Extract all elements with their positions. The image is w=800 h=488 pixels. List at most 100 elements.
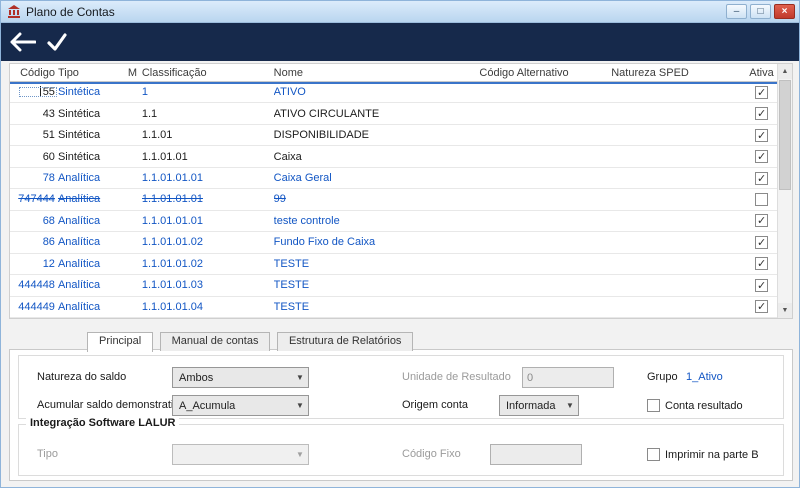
cell-tipo: Analítica (57, 279, 101, 292)
grupo-link[interactable]: 1_Ativo (686, 367, 723, 388)
vertical-scrollbar[interactable]: ▲ ▼ (777, 64, 792, 318)
table-row[interactable]: 444448 Analítica 1.1.01.01.03 TESTE (10, 275, 778, 297)
lalur-tipo-label: Tipo (37, 448, 58, 460)
cell-classificacao: 1.1.01.01.02 (141, 236, 203, 249)
cell-classificacao: 1.1.01.01.01 (141, 193, 203, 206)
ativa-checkbox[interactable] (755, 192, 769, 206)
cell-classificacao: 1.1.01.01.03 (141, 279, 203, 292)
cell-ativa (745, 85, 778, 99)
imprimir-parte-b-field: Imprimir na parte B (647, 444, 759, 465)
column-header-m[interactable]: M (128, 67, 142, 79)
cell-ativa (745, 107, 778, 121)
column-header-codigo[interactable]: Código (18, 67, 58, 79)
cell-codigo: 444449 (18, 300, 55, 313)
ativa-checkbox[interactable] (755, 85, 769, 99)
natureza-saldo-label: Natureza do saldo (37, 371, 127, 383)
column-header-natureza-sped[interactable]: Natureza SPED (611, 67, 745, 79)
acumular-saldo-label: Acumular saldo demonstrativo (37, 399, 185, 411)
title-bar: Plano de Contas – □ × (1, 1, 799, 23)
table-row[interactable]: 86 Analítica 1.1.01.01.02 Fundo Fixo de … (10, 232, 778, 254)
cell-tipo: Analítica (57, 236, 101, 249)
column-header-codigo-alternativo[interactable]: Código Alternativo (479, 67, 611, 79)
chevron-down-icon: ▼ (296, 450, 304, 459)
window-title: Plano de Contas (26, 4, 115, 19)
back-button[interactable] (9, 29, 37, 55)
column-header-nome[interactable]: Nome (274, 67, 480, 79)
conta-resultado-label: Conta resultado (665, 399, 743, 412)
cell-classificacao: 1.1.01.01.02 (141, 257, 203, 270)
cell-ativa (745, 300, 778, 314)
minimize-button[interactable]: – (726, 4, 747, 19)
table-row[interactable]: 747444 Analítica 1.1.01.01.01 99 (10, 189, 778, 211)
ativa-checkbox[interactable] (755, 214, 769, 228)
scroll-down-button[interactable]: ▼ (778, 303, 792, 318)
tab-principal[interactable]: Principal (87, 332, 154, 352)
cell-classificacao: 1.1.01 (141, 129, 173, 142)
cell-tipo: Sintética (57, 129, 101, 142)
imprimir-parte-b-checkbox[interactable] (647, 448, 660, 461)
cell-tipo: Sintética (57, 150, 101, 163)
cell-classificacao: 1.1.01.01.01 (141, 214, 203, 227)
natureza-saldo-value: Ambos (179, 371, 214, 384)
conta-resultado-field: Conta resultado (647, 395, 743, 416)
cell-nome: TESTE (273, 257, 310, 270)
toolbar (1, 23, 799, 61)
unidade-resultado-label: Unidade de Resultado (402, 371, 511, 383)
cell-codigo: 78 (42, 172, 55, 185)
table-row[interactable]: 60 Sintética 1.1.01.01 Caixa (10, 146, 778, 168)
ativa-checkbox[interactable] (755, 300, 769, 314)
table-row[interactable]: 43 Sintética 1.1 ATIVO CIRCULANTE (10, 103, 778, 125)
lalur-tipo-select: ▼ (172, 444, 309, 465)
origem-conta-select[interactable]: Informada ▼ (499, 395, 579, 416)
origem-conta-value: Informada (506, 399, 556, 412)
ativa-checkbox[interactable] (755, 235, 769, 249)
ativa-checkbox[interactable] (755, 128, 769, 142)
cell-ativa (745, 278, 778, 292)
tab-manual-de-contas[interactable]: Manual de contas (159, 332, 271, 351)
cell-codigo: 12 (42, 257, 55, 270)
ativa-checkbox[interactable] (755, 150, 769, 164)
scrollbar-thumb[interactable] (779, 80, 791, 190)
ativa-checkbox[interactable] (755, 171, 769, 185)
close-button[interactable]: × (774, 4, 795, 19)
origem-conta-label: Origem conta (402, 399, 469, 411)
cell-tipo: Analítica (57, 193, 101, 206)
ativa-checkbox[interactable] (755, 257, 769, 271)
table-row[interactable]: 444449 Analítica 1.1.01.01.04 TESTE (10, 296, 778, 318)
lalur-groupbox-title: Integração Software LALUR (26, 417, 180, 429)
acumular-saldo-select[interactable]: A_Acumula ▼ (172, 395, 309, 416)
cell-ativa (745, 214, 778, 228)
table-row[interactable]: 12 Analítica 1.1.01.01.02 TESTE (10, 253, 778, 276)
imprimir-parte-b-label: Imprimir na parte B (665, 448, 759, 461)
cell-classificacao: 1.1.01.01.04 (141, 300, 203, 313)
natureza-saldo-select[interactable]: Ambos ▼ (172, 367, 309, 388)
tab-estrutura-de-relatorios[interactable]: Estrutura de Relatórios (276, 332, 414, 351)
conta-resultado-checkbox[interactable] (647, 399, 660, 412)
cell-tipo: Sintética (57, 86, 101, 99)
column-header-tipo[interactable]: Tipo (58, 67, 128, 79)
maximize-button[interactable]: □ (750, 4, 771, 19)
table-row[interactable]: 68 Analítica 1.1.01.01.01 teste controle (10, 210, 778, 233)
cell-codigo: 444448 (18, 279, 55, 292)
scroll-up-button[interactable]: ▲ (778, 64, 792, 79)
table-row[interactable]: 78 Analítica 1.1.01.01.01 Caixa Geral (10, 167, 778, 190)
chevron-down-icon: ▼ (296, 401, 304, 410)
cell-ativa (745, 171, 778, 185)
cell-ativa (745, 235, 778, 249)
table-row[interactable]: 51 Sintética 1.1.01 DISPONIBILIDADE (10, 124, 778, 147)
ativa-checkbox[interactable] (755, 107, 769, 121)
acumular-saldo-value: A_Acumula (179, 399, 236, 412)
cell-nome: TESTE (273, 279, 310, 292)
column-header-classificacao[interactable]: Classificação (142, 67, 274, 79)
tab-strip: Principal Manual de contas Estrutura de … (87, 331, 415, 352)
app-window: Plano de Contas – □ × Código Tipo M Clas… (0, 0, 800, 488)
column-header-ativa[interactable]: Ativa (745, 67, 778, 79)
confirm-button[interactable] (43, 29, 71, 55)
back-arrow-icon (10, 32, 36, 52)
ativa-checkbox[interactable] (755, 278, 769, 292)
cell-ativa (745, 257, 778, 271)
grid-header: Código Tipo M Classificação Nome Código … (10, 64, 778, 82)
table-row[interactable]: 55 Sintética 1 ATIVO (10, 82, 778, 104)
cell-nome: ATIVO CIRCULANTE (273, 107, 380, 120)
app-icon (8, 5, 20, 18)
